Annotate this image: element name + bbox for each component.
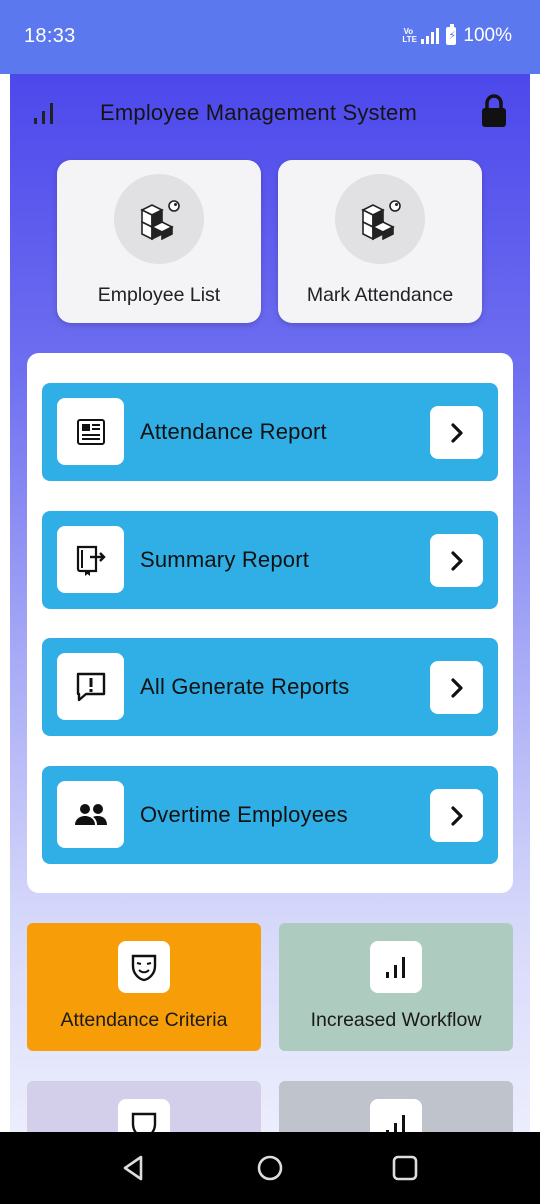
- chevron-right-icon[interactable]: [430, 406, 483, 459]
- attendance-criteria-card[interactable]: Attendance Criteria: [27, 923, 261, 1051]
- status-time: 18:33: [24, 25, 76, 47]
- navigation-bar: [0, 1132, 540, 1204]
- shield-icon: [118, 1099, 170, 1132]
- mask-icon: [118, 941, 170, 993]
- home-icon[interactable]: [254, 1152, 286, 1184]
- app-header: Employee Management System: [10, 74, 530, 154]
- recents-icon[interactable]: [389, 1152, 421, 1184]
- bar-chart-icon: [370, 1099, 422, 1132]
- overtime-employees-button[interactable]: Overtime Employees: [42, 766, 498, 864]
- card-label: Increased Workflow: [310, 1009, 482, 1031]
- report-label: Attendance Report: [140, 419, 327, 444]
- people-icon: [57, 781, 124, 848]
- reports-card: Attendance Report Summary Report All Gen…: [27, 353, 513, 893]
- chevron-right-icon[interactable]: [430, 789, 483, 842]
- cubes-icon: [114, 174, 204, 264]
- alert-message-icon: [57, 653, 124, 720]
- battery-icon: ⚡: [446, 24, 457, 45]
- all-generate-reports-button[interactable]: All Generate Reports: [42, 638, 498, 736]
- shield-card[interactable]: [27, 1081, 261, 1132]
- book-export-icon: [57, 526, 124, 593]
- tile-label: Employee List: [97, 284, 221, 306]
- card-label: Attendance Criteria: [60, 1009, 228, 1031]
- tile-label: Mark Attendance: [306, 284, 454, 306]
- cubes-icon: [335, 174, 425, 264]
- report-label: Summary Report: [140, 547, 310, 572]
- report-label: Overtime Employees: [140, 802, 348, 827]
- mark-attendance-tile[interactable]: Mark Attendance: [278, 160, 482, 323]
- attendance-report-button[interactable]: Attendance Report: [42, 383, 498, 481]
- chevron-right-icon[interactable]: [430, 534, 483, 587]
- chart-card[interactable]: [279, 1081, 513, 1132]
- bar-chart-icon[interactable]: [32, 100, 58, 131]
- app-content: Employee Management System Employee List…: [10, 74, 530, 1132]
- newspaper-icon: [57, 398, 124, 465]
- bar-chart-icon: [370, 941, 422, 993]
- increased-workflow-card[interactable]: Increased Workflow: [279, 923, 513, 1051]
- signal-icon: [421, 28, 440, 44]
- back-icon[interactable]: [118, 1152, 150, 1184]
- status-indicators: Vo LTE ⚡ 100%: [402, 24, 512, 47]
- report-label: All Generate Reports: [140, 674, 350, 699]
- page-title: Employee Management System: [100, 100, 418, 125]
- volte-icon: Vo LTE: [402, 27, 417, 44]
- summary-report-button[interactable]: Summary Report: [42, 511, 498, 609]
- lock-icon[interactable]: [480, 94, 508, 133]
- status-bar: 18:33 Vo LTE ⚡ 100%: [0, 0, 540, 74]
- employee-list-tile[interactable]: Employee List: [57, 160, 261, 323]
- battery-level: 100%: [463, 25, 512, 46]
- chevron-right-icon[interactable]: [430, 661, 483, 714]
